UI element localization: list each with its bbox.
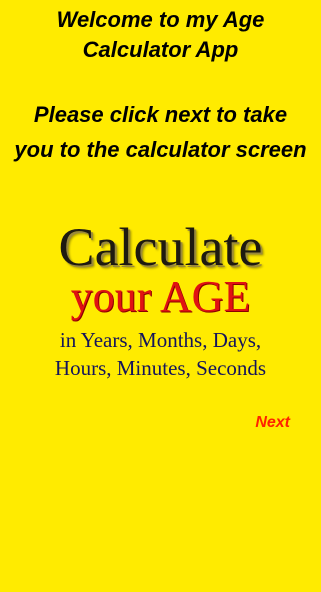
- graphic-units-line-1: in Years, Months, Days,: [59, 328, 262, 352]
- next-button[interactable]: Next: [255, 413, 290, 433]
- calculate-age-graphic: Calculate your AGE in Years, Months, Day…: [0, 216, 321, 392]
- graphic-units-line-2: Hours, Minutes, Seconds: [54, 356, 267, 380]
- graphic-calculate-text: Calculate: [58, 217, 263, 277]
- instructions-message: Please click next to take you to the cal…: [14, 102, 307, 162]
- welcome-screen: Welcome to my Age Calculator App Please …: [0, 0, 321, 592]
- graphic-your-age-text: your AGE: [70, 272, 251, 321]
- welcome-message: Welcome to my Age Calculator App: [56, 7, 265, 62]
